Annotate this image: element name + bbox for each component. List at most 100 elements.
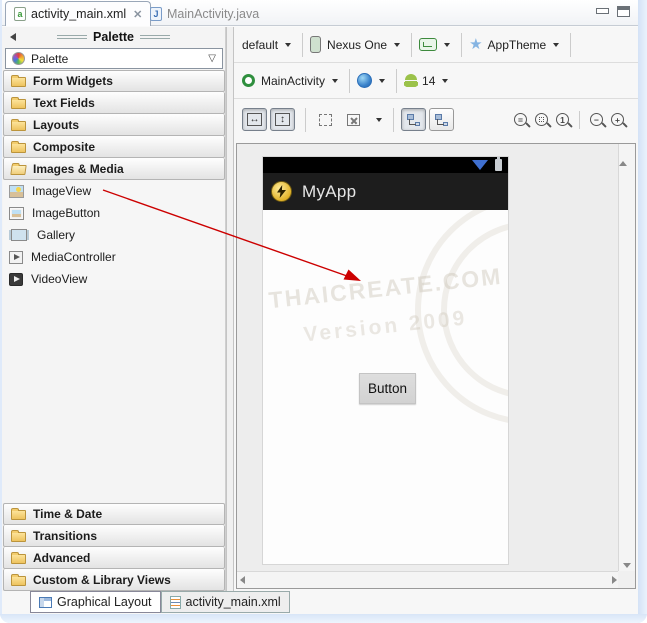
show-margins-button[interactable]	[313, 108, 338, 131]
activity-dropdown-label: MainActivity	[261, 73, 326, 88]
category-advanced[interactable]: Advanced	[3, 547, 225, 569]
canvas-horizontal-scrollbar[interactable]	[237, 571, 620, 588]
scroll-down-icon[interactable]	[623, 563, 631, 568]
tab-xml-source[interactable]: activity_main.xml	[160, 591, 290, 613]
editor-tabbar: a activity_main.xml ✕ J MainActivity.jav…	[2, 0, 638, 26]
tab-label: activity_main.xml	[185, 595, 281, 609]
status-bar	[263, 157, 508, 173]
chevron-down-icon[interactable]	[332, 78, 339, 83]
config-dropdown-label: default	[242, 37, 279, 52]
activity-toolbar: MainActivity 14	[234, 63, 638, 99]
gallery-icon	[11, 229, 27, 241]
tab-graphical-layout[interactable]: Graphical Layout	[30, 591, 161, 613]
folder-icon	[11, 96, 26, 109]
toolbar-separator	[579, 110, 580, 129]
chevron-down-icon[interactable]	[394, 42, 401, 47]
editor-workbench: a activity_main.xml ✕ J MainActivity.jav…	[2, 0, 638, 614]
device-preview-screen[interactable]: MyApp THAICREATE.COM Version 2009 Button	[262, 156, 509, 565]
theme-dropdown-label: AppTheme	[487, 37, 547, 52]
collapse-panel-icon[interactable]	[10, 33, 16, 41]
design-canvas[interactable]: MyApp THAICREATE.COM Version 2009 Button	[236, 143, 636, 589]
category-transitions[interactable]: Transitions	[3, 525, 225, 547]
category-label: Advanced	[33, 550, 91, 565]
action-bar: MyApp	[263, 173, 508, 210]
chevron-down-icon: ▽	[208, 53, 216, 64]
tab-mainactivity-java[interactable]: J MainActivity.java	[142, 1, 267, 26]
category-time-date[interactable]: Time & Date	[3, 503, 225, 525]
chevron-down-icon[interactable]	[442, 78, 449, 83]
canvas-vertical-scrollbar[interactable]	[618, 144, 635, 573]
minimize-view-icon[interactable]	[596, 6, 609, 17]
lightning-icon	[277, 185, 286, 198]
tab-activity-main-xml[interactable]: a activity_main.xml ✕	[5, 1, 152, 26]
config-toolbar: default Nexus One ★ AppTheme	[234, 27, 638, 63]
tab-label: activity_main.xml	[31, 7, 127, 21]
palette-item-imagebutton[interactable]: ImageButton	[3, 202, 225, 224]
toolbar-separator	[302, 32, 304, 57]
toolbar-separator	[305, 107, 306, 132]
xml-source-icon	[169, 595, 181, 609]
decoration-line	[57, 35, 87, 39]
device-icon	[310, 36, 322, 53]
folder-icon	[11, 529, 26, 542]
app-launcher-icon	[271, 181, 292, 202]
theme-star-icon: ★	[469, 36, 483, 53]
window-edge-right	[638, 0, 647, 623]
folder-icon	[11, 140, 26, 153]
chevron-down-icon[interactable]	[376, 117, 382, 122]
folder-icon	[11, 118, 26, 131]
chevron-down-icon[interactable]	[444, 42, 451, 47]
category-text-fields[interactable]: Text Fields	[3, 92, 225, 114]
zoom-in-icon[interactable]: +	[611, 113, 624, 126]
folder-icon	[11, 573, 26, 586]
scroll-up-icon[interactable]	[619, 144, 627, 166]
palette-view-dropdown[interactable]: Palette ▽	[5, 48, 223, 69]
palette-item-videoview[interactable]: VideoView	[3, 268, 225, 290]
palette-canvas-splitter[interactable]	[226, 27, 234, 591]
palette-item-imageview[interactable]: ImageView	[3, 180, 225, 202]
locale-globe-icon[interactable]	[357, 73, 373, 88]
show-outline-button[interactable]	[401, 108, 426, 131]
category-composite[interactable]: Composite	[3, 136, 225, 158]
zoom-selection-icon[interactable]	[535, 113, 548, 126]
category-label: Text Fields	[33, 95, 95, 110]
chevron-down-icon[interactable]	[285, 42, 292, 47]
category-label: Time & Date	[33, 507, 103, 521]
api-level-label: 14	[422, 73, 436, 88]
eclipse-window: a activity_main.xml ✕ J MainActivity.jav…	[0, 0, 647, 623]
chevron-down-icon[interactable]	[553, 42, 560, 47]
dashed-box-icon	[319, 113, 332, 126]
category-custom-library-views[interactable]: Custom & Library Views	[3, 569, 225, 591]
android-xml-file-icon: a	[14, 7, 26, 21]
battery-icon	[495, 157, 502, 171]
palette-item-mediacontroller[interactable]: MediaController	[3, 246, 225, 268]
expand-outline-button[interactable]	[429, 108, 454, 131]
outline-tree-icon	[407, 113, 420, 126]
close-tab-icon[interactable]: ✕	[133, 8, 142, 21]
device-dropdown-label: Nexus One	[327, 37, 388, 52]
toolbar-separator	[570, 32, 572, 57]
category-label: Custom & Library Views	[33, 572, 171, 587]
category-images-media[interactable]: Images & Media	[3, 158, 225, 180]
toolbar-separator	[396, 68, 398, 93]
category-form-widgets[interactable]: Form Widgets	[3, 70, 225, 92]
fill-width-button[interactable]	[242, 108, 267, 131]
item-label: Gallery	[37, 228, 76, 242]
explode-layout-button[interactable]	[341, 108, 366, 131]
tab-label: Graphical Layout	[57, 595, 152, 609]
palette-item-gallery[interactable]: Gallery	[3, 224, 225, 246]
zoom-fit-icon[interactable]: =	[514, 113, 527, 126]
chevron-down-icon[interactable]	[379, 78, 386, 83]
zoom-out-icon[interactable]: −	[590, 113, 603, 126]
scroll-left-icon[interactable]	[240, 576, 245, 584]
fill-height-button[interactable]	[270, 108, 295, 131]
zoom-100-icon[interactable]: 1	[556, 113, 569, 126]
orientation-icon[interactable]	[419, 38, 438, 51]
item-label: ImageButton	[32, 206, 101, 220]
scroll-right-icon[interactable]	[612, 576, 617, 584]
toolbar-separator	[461, 32, 463, 57]
button-widget[interactable]: Button	[359, 373, 416, 404]
maximize-view-icon[interactable]	[617, 6, 630, 17]
open-folder-icon	[10, 164, 27, 175]
category-layouts[interactable]: Layouts	[3, 114, 225, 136]
